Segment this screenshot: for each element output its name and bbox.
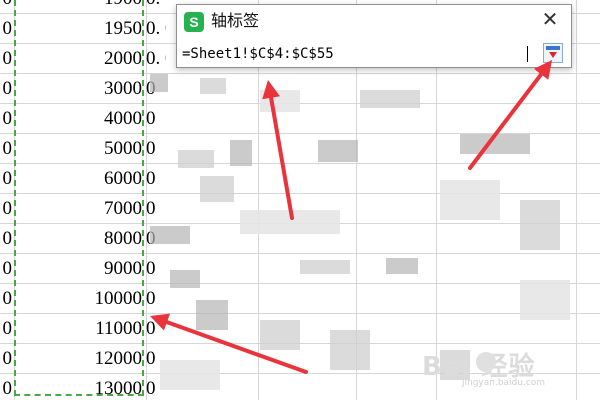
cell-col-b[interactable]: 6000 (14, 164, 142, 193)
cell-value: 0 (2, 228, 13, 249)
cell-col-c[interactable]: 0 (146, 194, 166, 223)
cell-col-a[interactable]: 0 (0, 284, 14, 313)
cell-col-a[interactable]: 0 (0, 164, 14, 193)
cell-col-b[interactable]: 5000 (14, 134, 142, 163)
cell-col-a[interactable]: 0 (0, 0, 14, 13)
spreadsheet-app-icon: S (184, 12, 204, 32)
cell-value: 0 (2, 198, 13, 219)
cell-value: 0 (2, 78, 13, 99)
cell-col-a[interactable]: 0 (0, 224, 14, 253)
cell-col-b[interactable]: 12000 (14, 344, 143, 373)
text-caret (527, 46, 528, 62)
cell-col-a[interactable]: 0 (0, 44, 14, 73)
range-reference-input[interactable]: =Sheet1!$C$4:$C$55 (182, 43, 334, 65)
cell-col-a[interactable]: 0 (0, 374, 14, 400)
dialog-title-bar[interactable]: S 轴标签 ✕ (177, 5, 571, 37)
cell-col-c[interactable]: 0 (146, 284, 166, 313)
cell-col-b[interactable]: 2000 (14, 44, 142, 73)
cell-value: 0 (2, 108, 13, 129)
table-row: 0 11000 0 (0, 314, 600, 344)
table-row: 0 10000 0 (0, 284, 600, 314)
cell-col-c[interactable]: 0 (146, 314, 166, 343)
axis-label-dialog: S 轴标签 ✕ =Sheet1!$C$4:$C$55 (176, 4, 572, 68)
cell-value: 0 (2, 348, 13, 369)
cell-value: 0 (2, 288, 13, 309)
cell-col-c[interactable]: 0 (146, 164, 166, 193)
cell-col-b[interactable]: 10000 (14, 284, 143, 313)
dialog-title: 轴标签 (211, 11, 260, 30)
cell-col-c[interactable]: 0 (146, 254, 166, 283)
table-row: 030000 (0, 74, 600, 104)
cell-col-c[interactable]: 0 (146, 104, 166, 133)
cell-col-b[interactable]: 4000 (14, 104, 142, 133)
cell-col-c[interactable]: 0. 0 (146, 14, 166, 43)
cell-col-a[interactable]: 0 (0, 14, 14, 43)
cell-col-b[interactable]: 11000 (14, 314, 142, 343)
table-row: 0 4000 0 (0, 104, 600, 134)
table-row: 0 6000 0 (0, 164, 600, 194)
collapse-dialog-button[interactable] (543, 43, 563, 63)
cell-value: 0 (2, 258, 13, 279)
cell-col-b[interactable]: 13000 (14, 374, 143, 400)
cell-col-a[interactable]: 0 (0, 194, 14, 223)
cell-value: 0 (3, 0, 13, 13)
cell-value: 0 (2, 168, 13, 189)
cell-col-a[interactable]: 0 (0, 254, 14, 283)
cell-col-a[interactable]: 0 (0, 314, 14, 343)
cell-col-b[interactable]: 1950 (14, 14, 142, 43)
watermark-url: jingyan.baidu.com (462, 378, 546, 388)
cell-value: 0 (2, 378, 13, 399)
paw-logo-icon (476, 352, 496, 372)
cell-col-b[interactable]: 7000 (14, 194, 142, 223)
cell-value: 0 (2, 18, 13, 39)
cell-col-c[interactable]: 0 (146, 134, 166, 163)
cell-col-a[interactable]: 0 (0, 134, 14, 163)
cell-col-b[interactable]: 8000 (14, 224, 142, 253)
cell-col-b[interactable]: 1900 (14, 0, 142, 13)
down-arrow-icon (549, 52, 557, 58)
cell-col-b[interactable]: 3000 (14, 74, 142, 103)
watermark: Bai 经验 jingyan.baidu.com (422, 346, 572, 394)
cell-col-a[interactable]: 0 (0, 344, 14, 373)
cell-col-a[interactable]: 0 (0, 104, 14, 133)
cell-col-c[interactable]: 0. (146, 0, 166, 13)
cell-value: 0 (2, 48, 13, 69)
cell-col-c[interactable]: 0. 0 (146, 44, 166, 73)
cell-value: 0 (2, 138, 13, 159)
cell-col-b[interactable]: 9000 (14, 254, 142, 283)
cell-value: 0 (2, 318, 13, 339)
close-button[interactable]: ✕ (539, 9, 561, 31)
collapse-dialog-icon (546, 46, 560, 50)
cell-col-a[interactable]: 0 (0, 74, 14, 103)
